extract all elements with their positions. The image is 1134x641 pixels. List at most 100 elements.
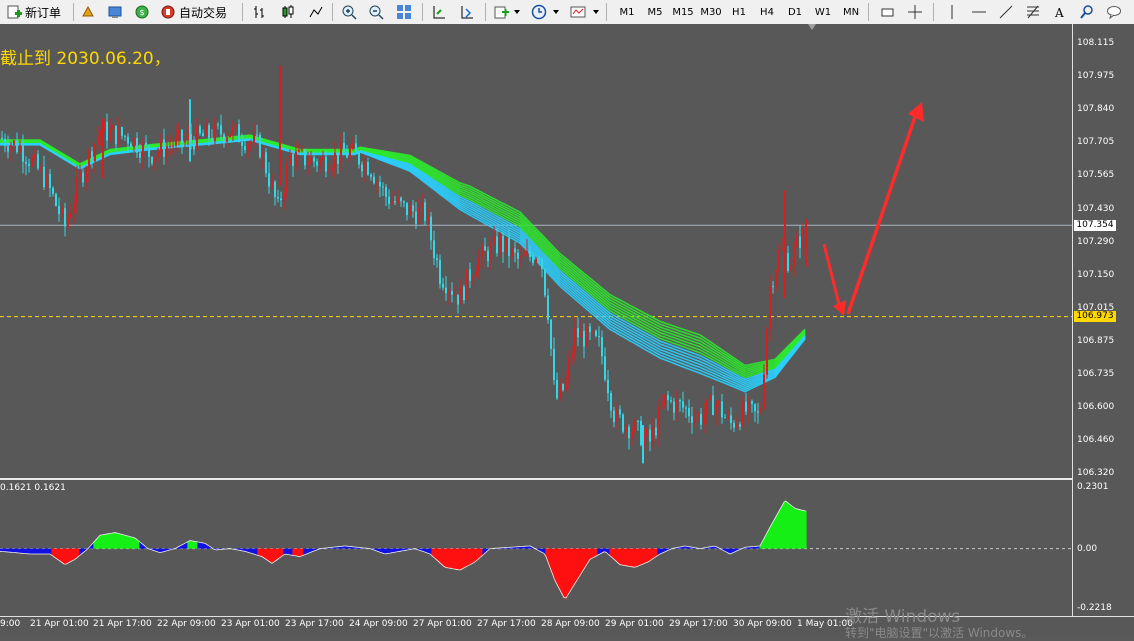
periods-clock-icon[interactable] <box>531 4 547 20</box>
new-order-button[interactable]: 新订单 <box>6 2 61 22</box>
candle-body <box>337 152 339 164</box>
horizontal-line-icon[interactable] <box>971 4 987 20</box>
candle-body <box>67 217 69 227</box>
candle-body <box>298 149 300 152</box>
line-chart-icon[interactable] <box>308 4 324 20</box>
candle-body <box>37 154 39 169</box>
candle-body <box>439 260 441 284</box>
auto-trading-label: 自动交易 <box>179 5 228 20</box>
crosshair-icon[interactable] <box>907 4 923 20</box>
tile-windows-icon[interactable] <box>396 4 412 20</box>
candle-body <box>673 401 675 413</box>
candle-body <box>373 176 375 184</box>
vertical-line-icon[interactable] <box>944 4 960 20</box>
candle-body <box>199 126 201 134</box>
candle-body <box>613 410 615 423</box>
indicators-icon[interactable] <box>493 4 509 20</box>
candle-body <box>313 157 315 162</box>
candle-body <box>709 395 711 400</box>
auto-trading-button[interactable]: 自动交易 <box>160 2 227 22</box>
candle-body <box>505 237 507 252</box>
candle-body <box>91 151 93 162</box>
candle-body <box>679 399 681 402</box>
candle-body <box>751 400 753 405</box>
timeframe-m15[interactable]: M15 <box>671 3 695 21</box>
history-icon[interactable] <box>80 4 96 20</box>
candle-body <box>529 251 531 257</box>
templates-icon[interactable] <box>570 4 586 20</box>
candle-body <box>154 156 156 164</box>
market-watch-icon[interactable]: $ <box>134 4 150 20</box>
auto-scroll-icon[interactable] <box>431 4 447 20</box>
candle-body <box>196 126 198 150</box>
timeframe-m30[interactable]: M30 <box>699 3 723 21</box>
candle-body <box>139 152 141 158</box>
timeframe-w1[interactable]: W1 <box>811 3 835 21</box>
price-tick: 106.600 <box>1077 402 1115 413</box>
bar-chart-icon[interactable] <box>252 4 268 20</box>
candle-body <box>724 417 726 419</box>
candlestick-icon[interactable] <box>280 4 296 20</box>
cursor-icon[interactable] <box>880 4 896 20</box>
price-chart[interactable] <box>0 24 1072 478</box>
candle-body <box>739 424 741 427</box>
candle-body <box>625 426 627 432</box>
candle-body <box>472 276 474 281</box>
chat-icon[interactable] <box>1106 4 1122 20</box>
candle-body <box>520 255 522 259</box>
candle-body <box>718 401 720 404</box>
candle-body <box>538 258 540 260</box>
timeframe-mn[interactable]: MN <box>839 3 863 21</box>
candle-body <box>652 427 654 442</box>
candle-body <box>454 294 456 296</box>
candle-body <box>604 356 606 380</box>
chart-shift-icon[interactable] <box>459 4 475 20</box>
time-tick: 29 Apr 01:00 <box>605 619 664 629</box>
candle-body <box>97 136 99 144</box>
timeframe-d1[interactable]: D1 <box>783 3 807 21</box>
candle-body <box>106 121 108 141</box>
candle-body <box>22 145 24 162</box>
navigator-icon[interactable] <box>107 4 123 20</box>
candle-body <box>421 202 423 209</box>
indicator-window[interactable] <box>0 480 1072 616</box>
candle-body <box>163 139 165 157</box>
candle-body <box>622 414 624 432</box>
candle-body <box>403 201 405 203</box>
candle-body <box>754 404 756 412</box>
zoom-out-icon[interactable] <box>368 4 384 20</box>
candle-body <box>460 286 462 305</box>
candle-body <box>787 253 789 272</box>
text-tool-icon[interactable]: A <box>1052 4 1068 20</box>
candle-body <box>286 164 288 193</box>
candle-body <box>277 197 279 199</box>
down-arrow-line <box>822 243 842 309</box>
zoom-in-icon[interactable] <box>341 4 357 20</box>
chevron-down-icon[interactable] <box>513 8 521 16</box>
timeframe-h4[interactable]: H4 <box>755 3 779 21</box>
candle-body <box>13 140 15 146</box>
candle-body <box>568 358 570 379</box>
trendline-icon[interactable] <box>998 4 1014 20</box>
candle-body <box>94 143 96 162</box>
timeframe-h1[interactable]: H1 <box>727 3 751 21</box>
candle-body <box>544 269 546 296</box>
chevron-down-icon[interactable] <box>592 8 600 16</box>
candle-body <box>100 131 102 137</box>
candle-body <box>766 329 768 375</box>
time-tick: 27 Apr 17:00 <box>477 619 536 629</box>
candle-body <box>430 216 432 241</box>
candle-body <box>40 166 42 169</box>
candle-body <box>247 144 249 151</box>
candle-body <box>733 423 735 428</box>
chevron-down-icon[interactable] <box>552 8 560 16</box>
timeframe-m5[interactable]: M5 <box>643 3 667 21</box>
indicator-tick: 0.2301 <box>1077 482 1109 492</box>
search-icon[interactable] <box>1079 4 1095 20</box>
timeframe-m1[interactable]: M1 <box>615 3 639 21</box>
candle-body <box>745 401 747 412</box>
candle-body <box>541 258 543 270</box>
fibonacci-icon[interactable] <box>1025 4 1041 20</box>
candle-body <box>661 405 663 408</box>
candle-body <box>121 127 123 136</box>
